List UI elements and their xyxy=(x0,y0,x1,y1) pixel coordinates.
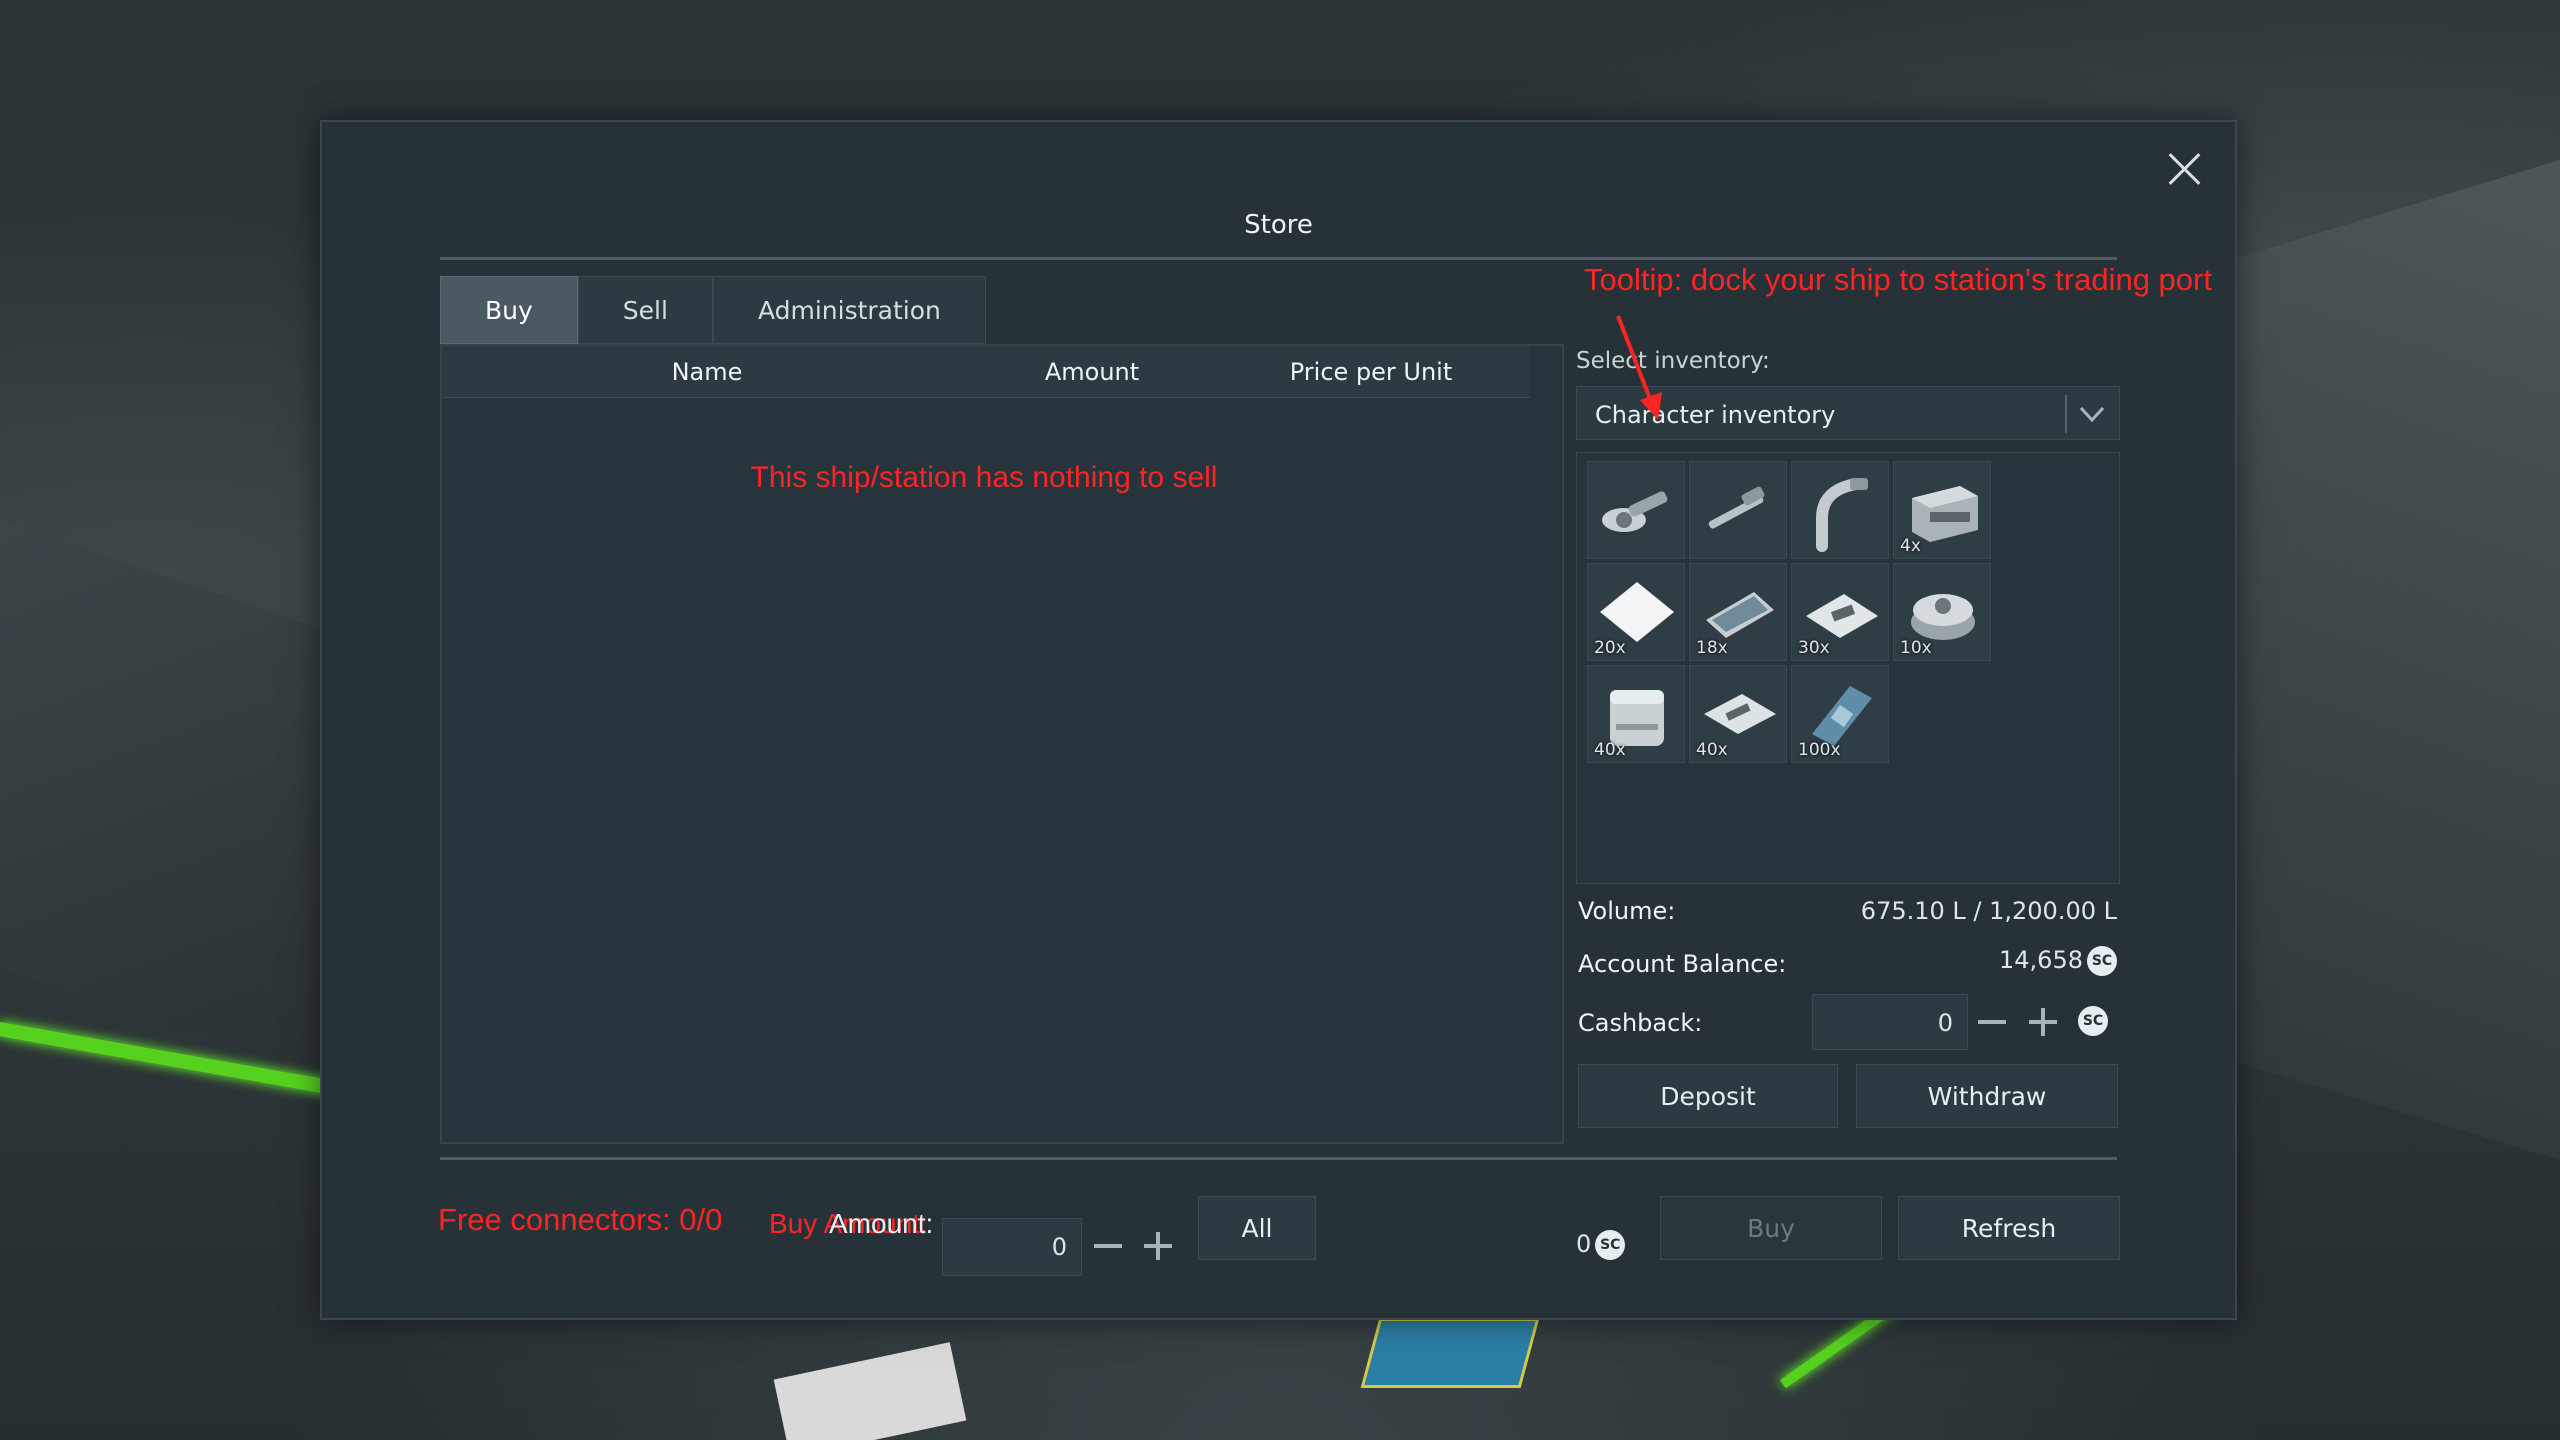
angle-grinder-icon xyxy=(1602,491,1668,532)
cashback-minus-button[interactable] xyxy=(1974,1004,2010,1040)
account-balance: 14,658 SC xyxy=(1999,946,2117,976)
inventory-slot[interactable]: 20x xyxy=(1587,563,1685,661)
tab-sell[interactable]: Sell xyxy=(577,276,713,344)
bg-danger-sign xyxy=(773,1342,967,1440)
item-quantity: 20x xyxy=(1594,638,1626,658)
chevron-down-icon xyxy=(2079,406,2105,423)
list-header: Name Amount Price per Unit xyxy=(442,346,1530,398)
withdraw-button[interactable]: Withdraw xyxy=(1856,1064,2118,1128)
inventory-slot[interactable] xyxy=(1791,461,1889,559)
item-quantity: 30x xyxy=(1798,638,1830,658)
inventory-grid: 4x 20x 18x 30x 10x 40x 40x 100x xyxy=(1576,452,2120,884)
tab-bar: Buy Sell Administration xyxy=(440,276,986,344)
cashback-plus-button[interactable] xyxy=(2025,1004,2061,1040)
bg-floor-hatch xyxy=(1360,1318,1540,1388)
item-quantity: 10x xyxy=(1900,638,1932,658)
inventory-slot[interactable]: 40x xyxy=(1587,665,1685,763)
empty-list-message: This ship/station has nothing to sell xyxy=(750,461,1218,494)
inventory-slot[interactable] xyxy=(1689,461,1787,559)
tab-buy[interactable]: Buy xyxy=(440,276,578,344)
item-quantity: 4x xyxy=(1900,536,1921,556)
amount-label: Amount: xyxy=(829,1208,934,1239)
buy-button[interactable]: Buy xyxy=(1660,1196,1882,1260)
space-credit-icon: SC xyxy=(2087,946,2117,976)
volume-value: 675.10 L / 1,200.00 L xyxy=(1860,897,2117,925)
inventory-slot[interactable]: 30x xyxy=(1791,563,1889,661)
total-price: 0 SC xyxy=(1576,1230,1626,1260)
amount-plus-button[interactable] xyxy=(1140,1228,1176,1264)
item-quantity: 40x xyxy=(1696,740,1728,760)
inventory-slot[interactable]: 18x xyxy=(1689,563,1787,661)
account-balance-value: 14,658 xyxy=(1999,946,2083,974)
inventory-slot[interactable] xyxy=(1587,461,1685,559)
select-divider xyxy=(2065,395,2067,433)
amount-label-group: Buy Amount: Amount: xyxy=(769,1208,933,1240)
column-header-name[interactable]: Name xyxy=(442,358,972,386)
deposit-button[interactable]: Deposit xyxy=(1578,1064,1838,1128)
item-quantity: 18x xyxy=(1696,638,1728,658)
all-button[interactable]: All xyxy=(1198,1196,1316,1260)
column-header-amount[interactable]: Amount xyxy=(972,358,1212,386)
bottom-divider xyxy=(440,1157,2117,1160)
title-divider xyxy=(440,257,2117,260)
refresh-button[interactable]: Refresh xyxy=(1898,1196,2120,1260)
store-dialog: Store Buy Sell Administration Name Amoun… xyxy=(320,120,2237,1320)
column-header-price[interactable]: Price per Unit xyxy=(1212,358,1530,386)
space-credit-icon: SC xyxy=(1595,1230,1626,1260)
inventory-slot[interactable]: 10x xyxy=(1893,563,1991,661)
total-price-value: 0 xyxy=(1576,1230,1592,1258)
hand-drill-icon xyxy=(1708,486,1765,529)
cashback-input[interactable]: 0 xyxy=(1812,994,1968,1050)
tooltip-annotation: Tooltip: dock your ship to station's tra… xyxy=(1584,262,2212,297)
cashback-label: Cashback: xyxy=(1578,1009,1703,1037)
store-item-list[interactable]: Name Amount Price per Unit This ship/sta… xyxy=(440,344,1564,1144)
account-balance-label: Account Balance: xyxy=(1578,950,1787,978)
close-icon[interactable] xyxy=(2159,144,2209,194)
buy-amount-input[interactable]: 0 xyxy=(942,1218,1082,1276)
space-credit-icon: SC xyxy=(2078,1006,2108,1036)
inventory-slot[interactable]: 4x xyxy=(1893,461,1991,559)
select-inventory-label: Select inventory: xyxy=(1576,348,1770,374)
tab-administration[interactable]: Administration xyxy=(712,276,986,344)
volume-label: Volume: xyxy=(1578,897,1676,925)
inventory-slot[interactable]: 100x xyxy=(1791,665,1889,763)
inventory-slot[interactable]: 40x xyxy=(1689,665,1787,763)
free-connectors-annotation: Free connectors: 0/0 xyxy=(438,1202,723,1237)
bg-panel-left xyxy=(0,520,330,1080)
item-quantity: 100x xyxy=(1798,740,1841,760)
bg-panel-right xyxy=(2230,160,2560,1160)
item-quantity: 40x xyxy=(1594,740,1626,760)
dialog-title: Store xyxy=(1244,210,1313,240)
annotation-arrow-icon xyxy=(1616,315,1662,420)
welder-icon xyxy=(1816,478,1868,552)
amount-minus-button[interactable] xyxy=(1090,1228,1126,1264)
